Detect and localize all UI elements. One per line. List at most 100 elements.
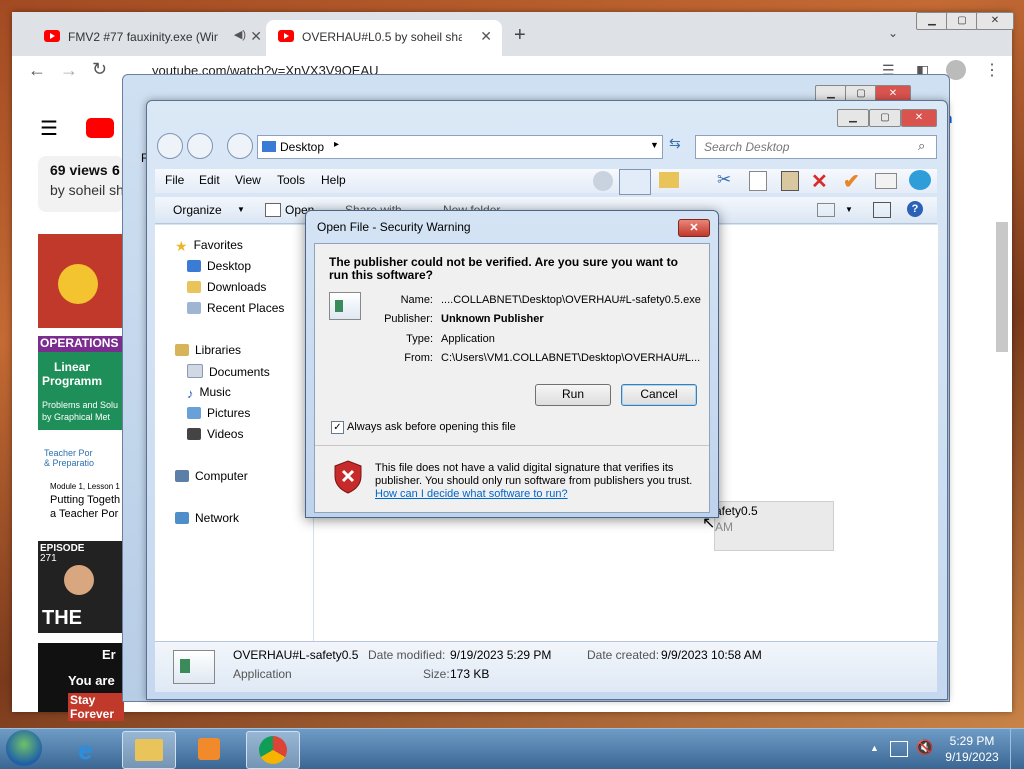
tab-search-icon[interactable]: ⌄ [888,26,898,40]
nav-pictures[interactable]: Pictures [187,406,250,420]
selected-file-item[interactable]: afety0.5 AM [714,501,834,551]
close-icon[interactable]: ✕ [901,109,937,127]
search-box[interactable]: Search Desktop ⌕ [695,135,937,159]
thumb-text: by Graphical Met [42,412,111,422]
nav-documents[interactable]: Documents [187,364,270,379]
change-view-icon[interactable] [817,203,835,217]
taskbar-media-player[interactable] [184,731,236,767]
name-label: Name: [400,294,433,306]
details-pane: OVERHAU#L-safety0.5 Application Date mod… [155,641,937,692]
thumb-text: Problems and Solu [42,400,119,410]
pictures-icon [187,407,201,419]
start-button[interactable] [6,730,42,766]
navigation-pane: ★ Favorites Desktop Downloads Recent Plac… [155,225,314,641]
nav-desktop[interactable]: Desktop [187,259,251,273]
youtube-page-left: ☰ 69 views 6 by soheil sh OPERATIONS Lin… [12,88,126,721]
show-hidden-icons[interactable]: ▲ [870,743,879,753]
properties-check-icon[interactable]: ✔ [843,169,860,194]
taskbar-ie[interactable]: e [66,731,118,767]
music-icon: ♪ [187,386,194,401]
taskbar: e ▲ 🔇 5:29 PM 9/19/2023 [0,728,1024,769]
nav-network[interactable]: Network [175,511,239,525]
preview-pane-toggle-icon[interactable] [873,202,891,218]
paste-icon[interactable] [781,171,799,191]
reload-icon[interactable]: ↻ [92,59,107,80]
close-tab-icon[interactable]: ✕ [250,28,262,45]
maximize-icon[interactable]: ▢ [869,109,901,127]
folder-options-icon[interactable] [659,172,679,188]
preview-pane-icon[interactable] [619,169,651,195]
copy-icon[interactable] [749,171,767,191]
breadcrumb-arrow-icon[interactable]: ▸ [334,139,339,150]
browser-tab-fmv2[interactable]: FMV2 #77 fauxinity.exe (Win ◀) ✕ [32,20,262,56]
mute-icon[interactable]: ◀) [234,28,246,41]
clock-time[interactable]: 5:29 PM [948,734,996,748]
thumbnail-4[interactable]: EPISODE 271 THE FULL [38,541,124,652]
address-dropdown-icon[interactable]: ▼ [650,140,659,150]
show-desktop-button[interactable] [1010,729,1024,769]
taskbar-explorer[interactable] [122,731,176,769]
always-ask-label: Always ask before opening this file [347,421,516,433]
forward-icon[interactable]: → [60,60,78,81]
maximize-icon[interactable]: ▢ [946,12,978,30]
minimize-icon[interactable]: ▁ [837,109,869,127]
details-type: Application [233,667,292,681]
thumbnail-3[interactable]: Teacher Por & Preparatio Module 1, Lesso… [38,438,124,530]
youtube-logo[interactable] [86,118,114,138]
menu-edit[interactable]: Edit [199,173,220,187]
dialog-close-icon[interactable]: ✕ [678,219,710,237]
close-tab-icon[interactable]: ✕ [480,28,492,45]
delete-icon[interactable]: ✕ [811,169,828,194]
hamburger-menu-icon[interactable]: ☰ [40,116,58,141]
up-folder-icon[interactable] [593,171,613,191]
address-text: Desktop [280,140,325,154]
thumbnail-5[interactable]: Er You are a Stay Forever [38,643,124,721]
menu-help[interactable]: Help [321,173,346,187]
nav-videos[interactable]: Videos [187,427,243,441]
always-ask-checkbox[interactable]: ✓ [331,421,344,434]
minimize-icon[interactable]: ▁ [916,12,948,30]
nav-libraries[interactable]: Libraries [175,343,241,357]
globe-icon[interactable] [909,170,931,190]
nav-label: Videos [207,427,244,441]
type-label: Type: [406,333,433,345]
nav-favorites[interactable]: ★ Favorites [175,238,243,254]
help-link[interactable]: How can I decide what software to run? [375,488,568,500]
browser-tab-overhaul[interactable]: OVERHAU#L0.5 by soheil shahrat ✕ [266,20,502,56]
menu-view[interactable]: View [235,173,261,187]
nav-recent-places[interactable]: Recent Places [187,301,284,315]
back-icon[interactable]: ← [28,60,46,81]
close-icon[interactable]: ✕ [976,12,1014,30]
recent-pages-icon[interactable] [227,133,253,159]
taskbar-chrome[interactable] [246,731,300,769]
clock-date[interactable]: 9/19/2023 [942,750,1002,764]
person-image [64,565,94,595]
nav-music[interactable]: ♪ Music [187,385,231,401]
cut-icon[interactable]: ✂ [717,170,731,190]
cancel-button[interactable]: Cancel [621,384,697,406]
back-icon[interactable] [157,133,183,159]
forward-icon[interactable] [187,133,213,159]
new-tab-icon[interactable]: + [514,24,526,47]
computer-icon [175,470,189,482]
nav-computer[interactable]: Computer [175,469,248,483]
volume-muted-icon[interactable]: 🔇 [916,739,933,756]
menu-file[interactable]: File [165,173,184,187]
organize-button[interactable]: Organize [173,203,222,217]
refresh-icon[interactable]: ⇆ [669,135,689,157]
view-dropdown-icon[interactable]: ▼ [845,205,853,214]
name-value: ....COLLABNET\Desktop\OVERHAU#L-safety0.… [441,294,701,306]
network-icon[interactable] [890,741,908,757]
media-player-icon [198,738,220,760]
thumbnail-2[interactable]: OPERATIONS Linear Programm Problems and … [38,336,126,430]
help-icon[interactable]: ? [907,201,923,217]
rename-icon[interactable] [875,173,897,189]
nav-downloads[interactable]: Downloads [187,280,266,294]
nav-label: Pictures [207,406,251,420]
chrome-menu-icon[interactable]: ⋮ [984,60,1000,80]
run-button[interactable]: Run [535,384,611,406]
menu-tools[interactable]: Tools [277,173,305,187]
scrollbar-thumb[interactable] [996,222,1008,352]
thumbnail-1[interactable] [38,234,124,328]
address-bar[interactable]: Desktop ▸ ▼ [257,135,663,159]
